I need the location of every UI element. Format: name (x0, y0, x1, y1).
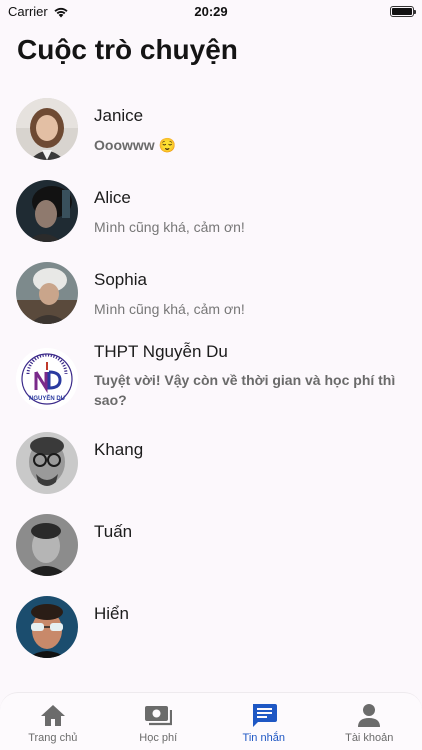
tab-label: Học phí (139, 732, 178, 744)
page-title: Cuộc trò chuyện (17, 34, 238, 65)
avatar (16, 432, 78, 494)
avatar (16, 596, 78, 658)
avatar (16, 262, 78, 324)
tab-label: Tài khoản (345, 732, 394, 744)
home-icon (40, 705, 65, 726)
tab-tuition[interactable]: Học phí (106, 693, 212, 750)
tab-account[interactable]: Tài khoản (317, 693, 422, 750)
tab-label: Tin nhắn (242, 732, 285, 744)
chat-icon (252, 704, 277, 727)
battery-icon (390, 6, 416, 17)
conversation-item-sophia[interactable]: Sophia Mình cũng khá, cảm ơn! (0, 260, 422, 332)
conversation-last-message: Mình cũng khá, cảm ơn! (94, 219, 245, 235)
status-bar: Carrier 20:29 (0, 0, 422, 24)
status-time: 20:29 (194, 4, 228, 19)
avatar (16, 98, 78, 160)
school-logo: NGUYỄN DU (16, 348, 78, 410)
conversation-last-message: Tuyệt vời! Vậy còn về thời gian và học p… (94, 372, 396, 408)
conversation-item-janice[interactable]: Janice Ooowww 😌 (0, 96, 422, 168)
logo-text: NGUYỄN DU (29, 395, 65, 402)
conversation-name: Janice (94, 106, 144, 125)
tab-home[interactable]: Trang chủ (0, 693, 106, 750)
conversation-last-message: Mình cũng khá, cảm ơn! (94, 301, 245, 317)
conversation-name: Tuấn (94, 522, 133, 541)
tab-bar: Trang chủ Học phí Tin nhắn Tài khoản (0, 692, 422, 750)
account-icon (358, 704, 381, 727)
conversation-name: Sophia (94, 270, 147, 289)
conversation-name: Alice (94, 188, 131, 207)
conversation-item-alice[interactable]: Alice Mình cũng khá, cảm ơn! (0, 178, 422, 250)
conversation-name: Khang (94, 440, 144, 459)
money-icon (145, 706, 173, 726)
avatar (16, 180, 78, 242)
conversation-item-khang[interactable]: Khang (0, 430, 422, 502)
conversation-last-message: Ooowww 😌 (94, 137, 176, 153)
avatar (16, 514, 78, 576)
conversation-name: THPT Nguyễn Du (94, 342, 228, 361)
conversation-item-thpt-nguyen-du[interactable]: NGUYỄN DU THPT Nguyễn Du Tuyệt vời! Vậy … (0, 342, 422, 426)
conversation-name: Hiển (94, 604, 129, 623)
tab-label: Trang chủ (28, 732, 78, 744)
conversation-item-hien[interactable]: Hiển (0, 594, 422, 666)
conversation-item-tuan[interactable]: Tuấn (0, 512, 422, 584)
tab-messages[interactable]: Tin nhắn (211, 693, 317, 750)
